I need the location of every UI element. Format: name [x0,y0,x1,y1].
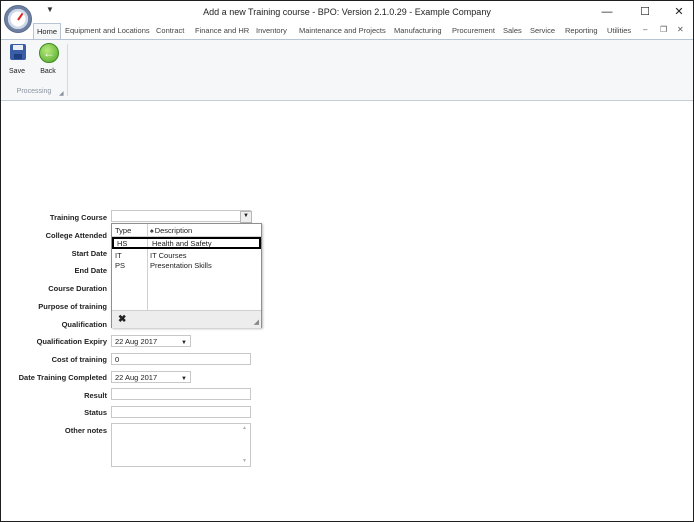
tab-sales[interactable]: Sales [500,23,525,38]
other-notes-textarea[interactable] [111,423,251,467]
chevron-down-icon[interactable]: ▼ [181,374,187,385]
tab-finance-and-hr[interactable]: Finance and HR [192,23,252,38]
tab-reporting[interactable]: Reporting [562,23,601,38]
date-training-completed-value: 22 Aug 2017 [115,373,158,382]
title-bar: ▼ Add a new Training course - BPO: Versi… [1,1,693,23]
qualification-expiry-value: 22 Aug 2017 [115,337,158,346]
tab-home[interactable]: Home [33,23,62,40]
list-item-type: IT [115,251,122,260]
tab-contract[interactable]: Contract [153,23,187,38]
ribbon-tabs: Home Equipment and Locations Contract Fi… [1,23,693,40]
date-training-completed-date[interactable]: 22 Aug 2017 ▼ [111,371,191,383]
chevron-down-icon[interactable]: ▼ [181,338,187,349]
end-date-label: End Date [74,266,107,275]
training-course-combo[interactable] [111,210,251,222]
other-notes-label: Other notes [64,426,107,435]
list-item-description: IT Courses [150,251,187,260]
other-notes-scrollbar[interactable]: ▲ ▼ [240,424,250,465]
training-course-dropdown-list: Type ♠Description HS Health and Safety I… [111,223,262,328]
list-item[interactable]: IT IT Courses [112,250,261,260]
qualification-expiry-label: Qualification Expiry [36,337,107,346]
tab-equipment-and-locations[interactable]: Equipment and Locations [62,23,153,38]
app-logo-icon[interactable] [4,5,32,33]
list-item-type: PS [115,261,126,270]
save-button-label: Save [9,68,25,75]
mdi-restore-icon[interactable]: ❐ [660,25,667,34]
description-column-header[interactable]: ♠Description [150,226,192,235]
save-button[interactable]: Save [3,42,31,78]
tab-utilities[interactable]: Utilities [604,23,634,38]
ribbon-panel: Save ← Back Processing ◢ [1,39,693,101]
tab-maintenance-and-projects[interactable]: Maintenance and Projects [296,23,389,38]
scroll-down-icon[interactable]: ▼ [242,458,247,464]
save-icon [10,44,26,60]
back-button[interactable]: ← Back [34,42,62,78]
result-input[interactable] [111,388,251,400]
purpose-of-training-label: Purpose of training [38,302,107,311]
back-arrow-icon: ← [39,43,59,63]
group-expand-icon[interactable]: ◢ [59,90,64,97]
start-date-label: Start Date [71,249,107,258]
application-window: ▼ Add a new Training course - BPO: Versi… [0,0,694,522]
result-label: Result [84,391,107,400]
sort-key-icon: ♠ [150,228,154,235]
tab-procurement[interactable]: Procurement [449,23,498,38]
list-item[interactable]: HS Health and Safety [112,237,261,249]
status-input[interactable] [111,406,251,418]
minimize-button[interactable]: — [593,3,621,21]
training-course-dropdown-button[interactable]: ▼ [240,211,252,223]
date-training-completed-label: Date Training Completed [18,373,107,382]
tab-inventory[interactable]: Inventory [253,23,290,38]
course-duration-label: Course Duration [48,284,107,293]
training-course-label: Training Course [49,213,107,222]
scroll-up-icon[interactable]: ▲ [242,425,247,431]
mdi-close-icon[interactable]: ✕ [677,25,684,34]
dropdown-header: Type ♠Description [112,224,261,237]
dropdown-footer: ✖ ◢ [112,310,261,328]
maximize-button[interactable]: ☐ [631,3,659,21]
resize-grip-icon[interactable]: ◢ [254,318,259,326]
window-title: Add a new Training course - BPO: Version… [203,7,491,17]
tab-service[interactable]: Service [527,23,558,38]
list-item[interactable]: PS Presentation Skills [112,260,261,270]
clear-selection-icon[interactable]: ✖ [118,314,126,325]
status-label: Status [84,408,107,417]
close-button[interactable]: ✕ [665,3,693,21]
list-item-description: Health and Safety [152,239,212,248]
qualification-label: Qualification [61,320,107,329]
cost-of-training-input[interactable]: 0 [111,353,251,365]
list-item-type: HS [117,239,128,248]
back-button-label: Back [40,68,56,75]
qualification-expiry-date[interactable]: 22 Aug 2017 ▼ [111,335,191,347]
college-attended-label: College Attended [45,231,107,240]
mdi-minimize-icon[interactable]: – [643,25,647,34]
cost-of-training-label: Cost of training [51,355,107,364]
ribbon-group-label: Processing [16,88,52,95]
list-item-description: Presentation Skills [150,261,212,270]
ribbon-group-divider [67,44,68,96]
type-column-header[interactable]: Type [115,226,131,235]
tab-manufacturing[interactable]: Manufacturing [391,23,445,38]
